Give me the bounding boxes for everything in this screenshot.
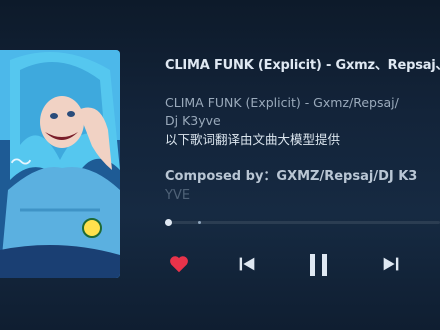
album-art: 〜 bbox=[0, 50, 120, 278]
progress-knob[interactable] bbox=[165, 219, 172, 226]
like-button[interactable] bbox=[168, 253, 190, 275]
next-button[interactable] bbox=[380, 253, 402, 275]
previous-button[interactable] bbox=[236, 253, 258, 275]
lyrics-panel[interactable]: CLIMA FUNK (Explicit) - Gxmz/Repsaj/ Dj … bbox=[165, 94, 440, 149]
skip-next-icon bbox=[383, 257, 399, 271]
composer-credit-continued: YVE bbox=[165, 188, 191, 199]
pause-icon bbox=[310, 254, 327, 276]
song-title: CLIMA FUNK (Explicit) - Gxmz、Repsaj、 bbox=[165, 58, 440, 73]
buffer-marker bbox=[198, 221, 201, 224]
lyric-line: Dj K3yve bbox=[165, 113, 221, 128]
progress-bar[interactable] bbox=[165, 219, 440, 226]
skip-previous-icon bbox=[239, 257, 255, 271]
play-pause-button[interactable] bbox=[306, 251, 332, 279]
composer-credit: Composed by：GXMZ/Repsaj/DJ K3 bbox=[165, 169, 418, 184]
lyric-line: CLIMA FUNK (Explicit) - Gxmz/Repsaj/ bbox=[165, 95, 399, 110]
album-art-illustration: 〜 bbox=[0, 50, 120, 278]
svg-text:〜: 〜 bbox=[10, 151, 32, 176]
heart-icon bbox=[170, 256, 188, 273]
lyric-line-current: 以下歌词翻译由文曲大模型提供 bbox=[165, 132, 341, 147]
